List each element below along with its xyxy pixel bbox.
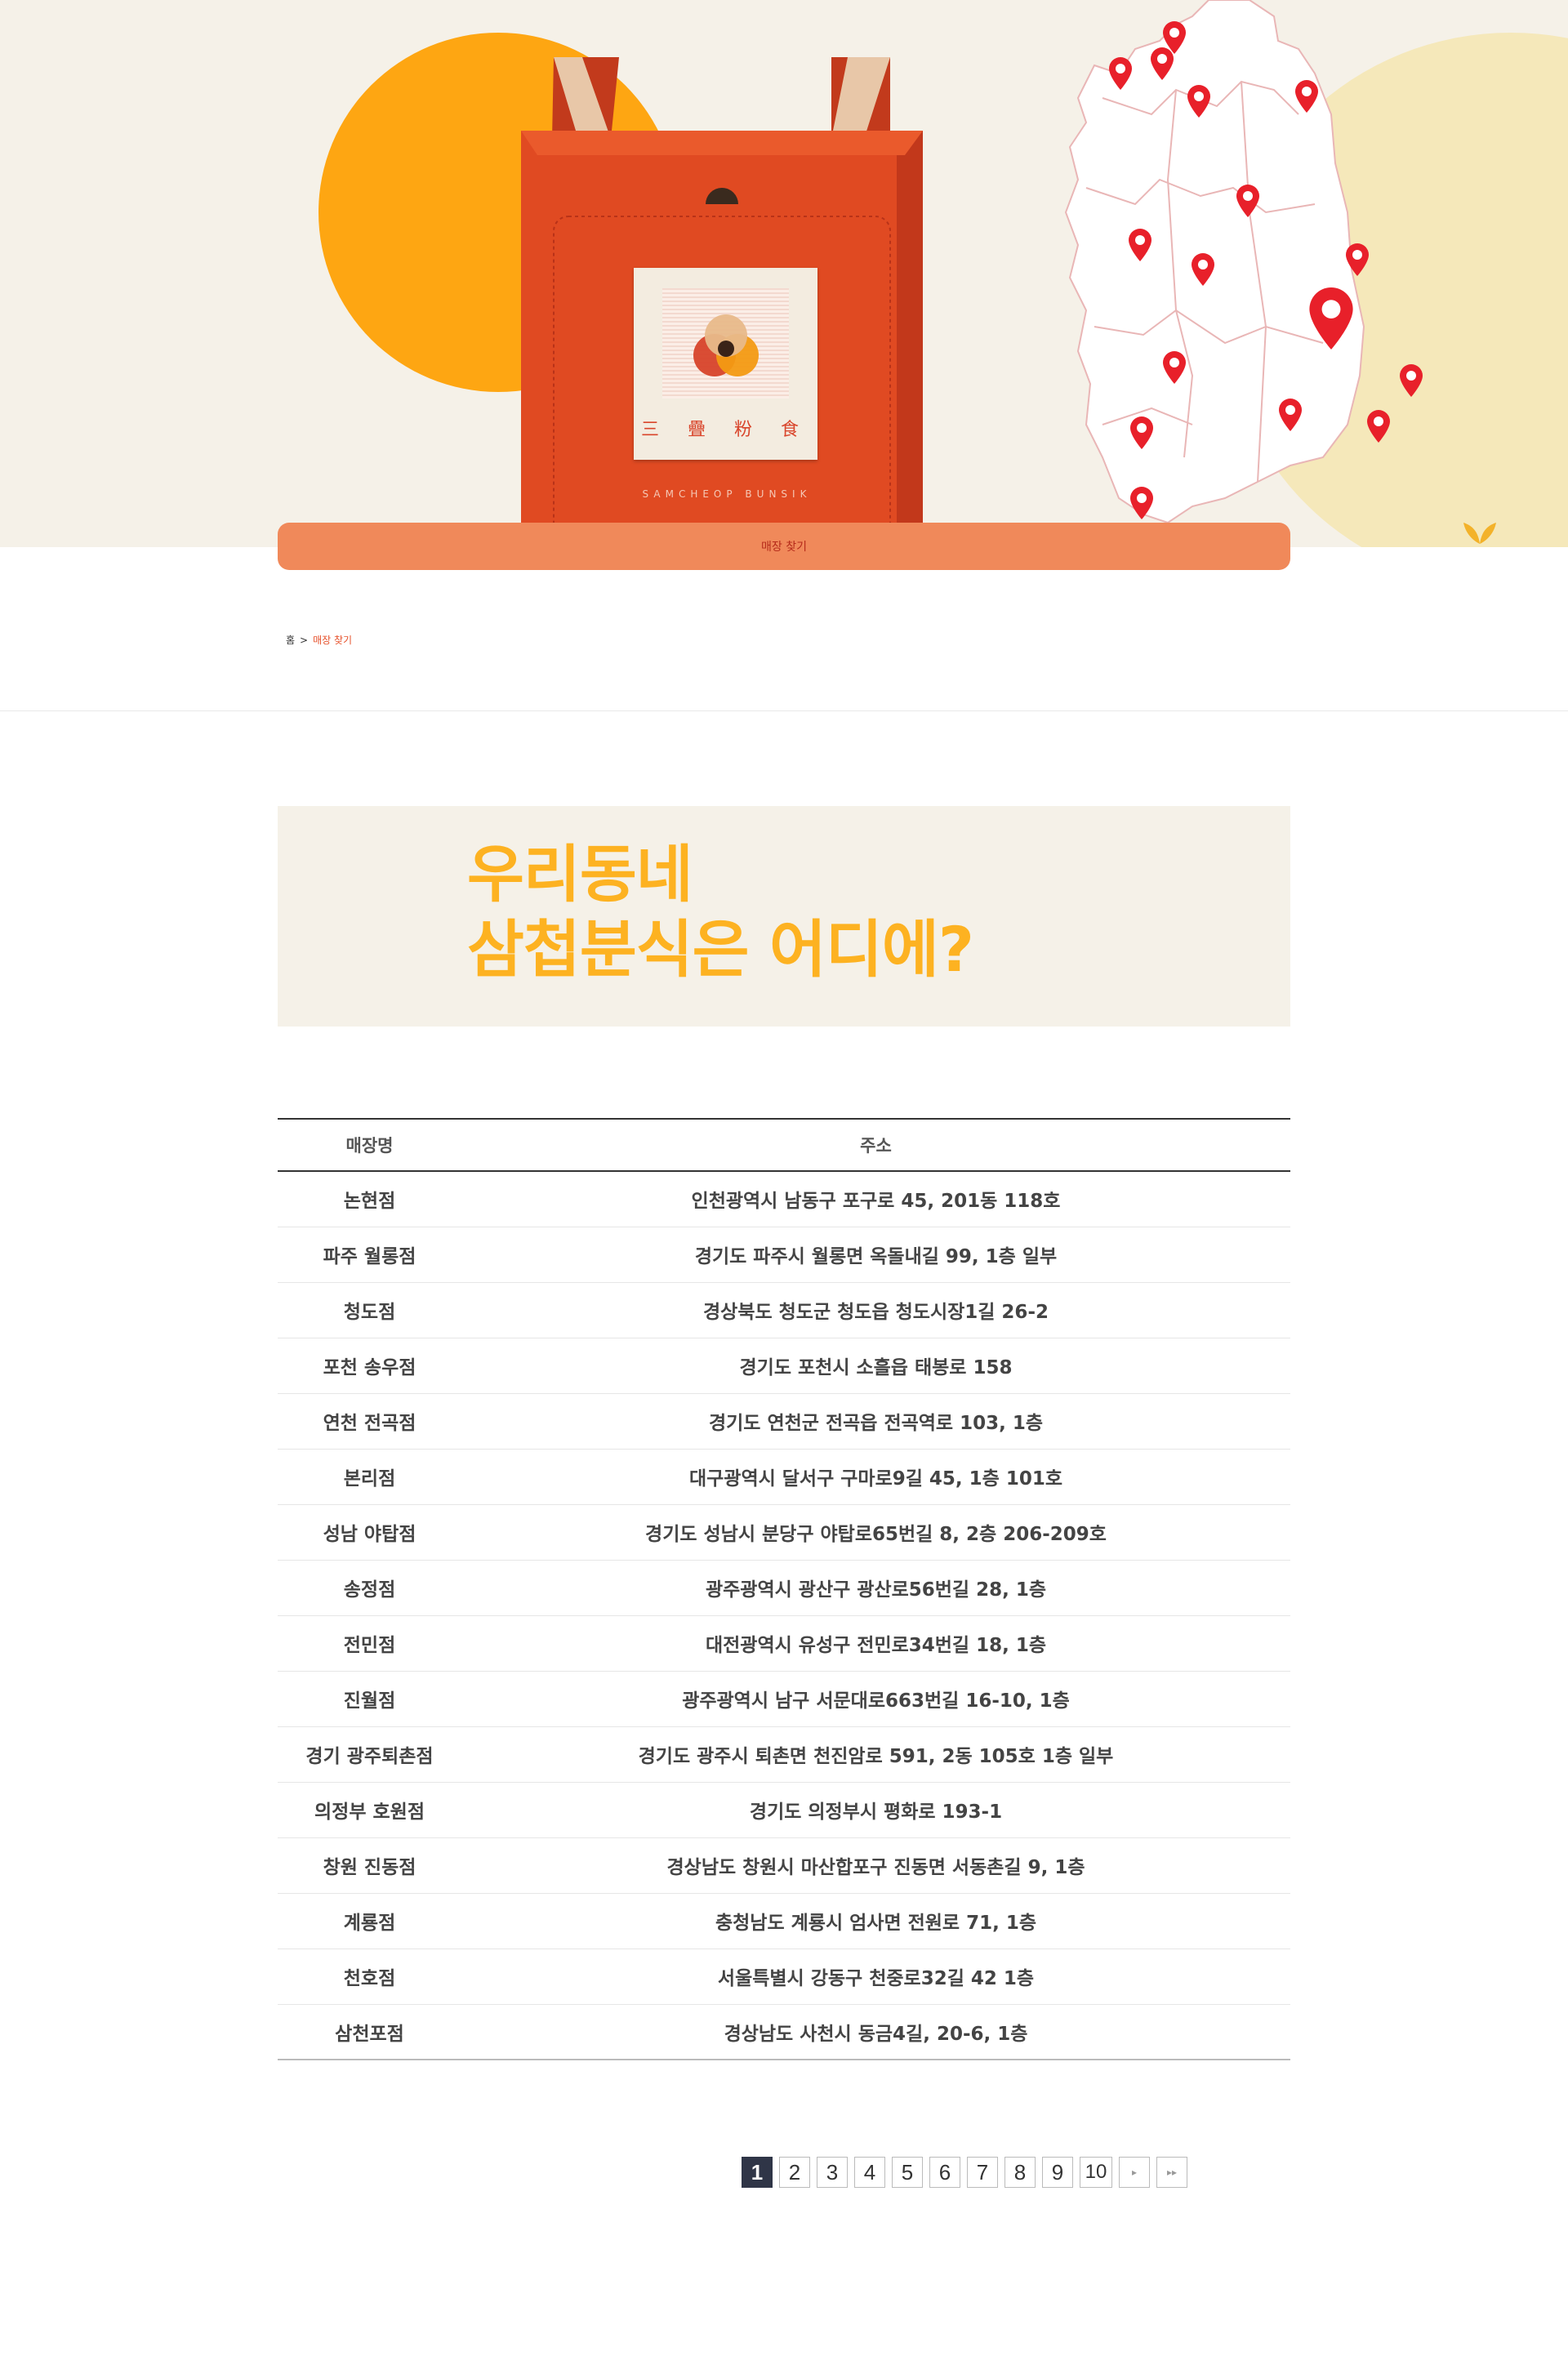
table-row[interactable]: 경기 광주퇴촌점 경기도 광주시 퇴촌면 천진암로 591, 2동 105호 1층…: [278, 1726, 1290, 1783]
page-button-7[interactable]: 7: [967, 2157, 998, 2188]
korea-map: [1064, 0, 1423, 524]
page-title: 우리동네 삼첩분식은 어디에?: [467, 837, 974, 987]
last-page-button[interactable]: ▸▸: [1156, 2157, 1187, 2188]
page-button-3[interactable]: 3: [817, 2157, 848, 2188]
next-page-button[interactable]: ▸: [1119, 2157, 1150, 2188]
table-row[interactable]: 청도점 경상북도 청도군 청도읍 청도시장1길 26-2: [278, 1282, 1290, 1338]
table-row[interactable]: 계룡점 충청남도 계룡시 엄사면 전원로 71, 1층: [278, 1893, 1290, 1949]
table-row[interactable]: 천호점 서울특별시 강동구 천중로32길 42 1층: [278, 1948, 1290, 2005]
box-hanja-text: 三 疊 粉 食: [641, 420, 810, 440]
page-button-4[interactable]: 4: [854, 2157, 885, 2188]
store-address: 경기도 파주시 월롱면 옥돌내길 99, 1층 일부: [461, 1227, 1290, 1283]
store-address: 대전광역시 유성구 전민로34번길 18, 1층: [461, 1615, 1290, 1672]
store-address: 충청남도 계룡시 엄사면 전원로 71, 1층: [461, 1893, 1290, 1949]
logo-stripes: [662, 288, 789, 399]
store-name: 창원 진동점: [278, 1837, 461, 1894]
store-address: 광주광역시 남구 서문대로663번길 16-10, 1층: [461, 1671, 1290, 1727]
page-button-9[interactable]: 9: [1042, 2157, 1073, 2188]
next-page-icon: ▸: [1131, 2167, 1138, 2178]
store-name: 본리점: [278, 1449, 461, 1505]
section-divider: [0, 710, 1568, 711]
store-address: 경상북도 청도군 청도읍 청도시장1길 26-2: [461, 1282, 1290, 1338]
table-row[interactable]: 송정점 광주광역시 광산구 광산로56번길 28, 1층: [278, 1560, 1290, 1616]
page-button-2[interactable]: 2: [779, 2157, 810, 2188]
store-address: 서울특별시 강동구 천중로32길 42 1층: [461, 1948, 1290, 2005]
breadcrumb-current[interactable]: 매장 찾기: [313, 635, 352, 646]
store-address: 경상남도 사천시 동금4길, 20-6, 1층: [461, 2004, 1290, 2060]
store-address: 경기도 연천군 전곡읍 전곡역로 103, 1층: [461, 1393, 1290, 1450]
store-name: 삼천포점: [278, 2004, 461, 2060]
hero-banner: 三 疊 粉 食 SAMCHEOP BUNSIK: [0, 0, 1568, 547]
store-address: 인천광역시 남동구 포구로 45, 201동 118호: [461, 1171, 1290, 1227]
page-title-line2: 삼첩분식은 어디에?: [467, 913, 974, 986]
table-row[interactable]: 파주 월롱점 경기도 파주시 월롱면 옥돌내길 99, 1층 일부: [278, 1227, 1290, 1283]
leaf-icon: [1463, 523, 1496, 544]
table-row[interactable]: 포천 송우점 경기도 포천시 소흘읍 태봉로 158: [278, 1338, 1290, 1394]
box-brand-text: SAMCHEOP BUNSIK: [642, 488, 812, 500]
store-name: 파주 월롱점: [278, 1227, 461, 1283]
store-name: 연천 전곡점: [278, 1393, 461, 1450]
breadcrumb: 홈 > 매장 찾기: [286, 633, 352, 647]
store-address: 경기도 성남시 분당구 야탑로65번길 8, 2층 206-209호: [461, 1504, 1290, 1561]
store-address: 경기도 광주시 퇴촌면 천진암로 591, 2동 105호 1층 일부: [461, 1726, 1290, 1783]
page-button-5[interactable]: 5: [892, 2157, 923, 2188]
breadcrumb-separator: >: [300, 635, 309, 646]
store-name: 청도점: [278, 1282, 461, 1338]
table-row[interactable]: 연천 전곡점 경기도 연천군 전곡읍 전곡역로 103, 1층: [278, 1393, 1290, 1450]
page-button-6[interactable]: 6: [929, 2157, 960, 2188]
column-header-name: 매장명: [278, 1118, 461, 1172]
page-button-8[interactable]: 8: [1004, 2157, 1036, 2188]
store-address: 광주광역시 광산구 광산로56번길 28, 1층: [461, 1560, 1290, 1616]
store-name: 포천 송우점: [278, 1338, 461, 1394]
box-logo-label: 三 疊 粉 食: [634, 268, 817, 460]
table-row[interactable]: 성남 야탑점 경기도 성남시 분당구 야탑로65번길 8, 2층 206-209호: [278, 1504, 1290, 1561]
map-pin-icon: [1367, 410, 1390, 443]
breadcrumb-home[interactable]: 홈: [286, 635, 295, 646]
store-name: 의정부 호원점: [278, 1782, 461, 1838]
store-name: 진월점: [278, 1671, 461, 1727]
last-page-icon: ▸▸: [1166, 2167, 1178, 2178]
map-pin-icon: [1400, 364, 1423, 397]
store-name: 천호점: [278, 1948, 461, 2005]
store-name: 전민점: [278, 1615, 461, 1672]
find-store-button[interactable]: 매장 찾기: [278, 523, 1290, 570]
store-address: 경상남도 창원시 마산합포구 진동면 서동촌길 9, 1층: [461, 1837, 1290, 1894]
table-row[interactable]: 창원 진동점 경상남도 창원시 마산합포구 진동면 서동촌길 9, 1층: [278, 1837, 1290, 1894]
store-name: 성남 야탑점: [278, 1504, 461, 1561]
page-button-10[interactable]: 10: [1080, 2157, 1112, 2188]
store-address: 경기도 의정부시 평화로 193-1: [461, 1782, 1290, 1838]
table-header-row: 매장명 주소: [278, 1118, 1290, 1172]
table-row[interactable]: 전민점 대전광역시 유성구 전민로34번길 18, 1층: [278, 1615, 1290, 1672]
page-title-line1: 우리동네: [467, 838, 693, 911]
store-address: 경기도 포천시 소흘읍 태봉로 158: [461, 1338, 1290, 1394]
store-name: 경기 광주퇴촌점: [278, 1726, 461, 1783]
page-button-1[interactable]: 1: [742, 2157, 773, 2188]
pagination: 1 2 3 4 5 6 7 8 9 10 ▸ ▸▸: [742, 2157, 1187, 2188]
store-name: 계룡점: [278, 1893, 461, 1949]
table-row[interactable]: 본리점 대구광역시 달서구 구마로9길 45, 1층 101호: [278, 1449, 1290, 1505]
store-name: 송정점: [278, 1560, 461, 1616]
store-address: 대구광역시 달서구 구마로9길 45, 1층 101호: [461, 1449, 1290, 1505]
logo-circles-icon: [693, 314, 759, 376]
table-row[interactable]: 의정부 호원점 경기도 의정부시 평화로 193-1: [278, 1782, 1290, 1838]
table-row[interactable]: 진월점 광주광역시 남구 서문대로663번길 16-10, 1층: [278, 1671, 1290, 1727]
store-name: 논현점: [278, 1171, 461, 1227]
store-table: 매장명 주소 논현점 인천광역시 남동구 포구로 45, 201동 118호 파주…: [278, 1118, 1290, 2060]
table-row[interactable]: 논현점 인천광역시 남동구 포구로 45, 201동 118호: [278, 1171, 1290, 1227]
table-row[interactable]: 삼천포점 경상남도 사천시 동금4길, 20-6, 1층: [278, 2004, 1290, 2060]
column-header-address: 주소: [461, 1118, 1290, 1172]
map-landmass: [1064, 0, 1365, 524]
title-panel: 우리동네 삼첩분식은 어디에?: [278, 806, 1290, 1027]
